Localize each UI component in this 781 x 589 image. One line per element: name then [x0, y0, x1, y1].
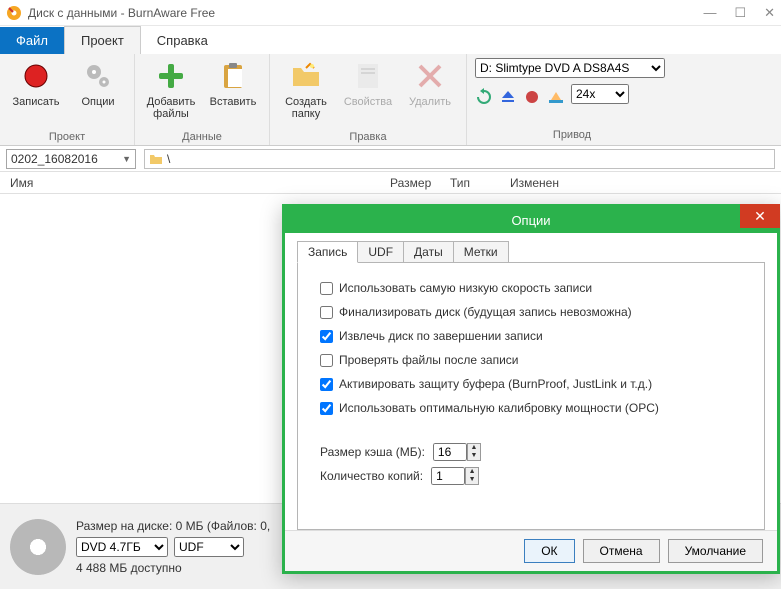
chevron-down-icon: ▼	[122, 154, 131, 164]
dialog-buttons: ОК Отмена Умолчание	[285, 530, 777, 571]
erase-icon[interactable]	[523, 88, 541, 106]
group-drive: D: Slimtype DVD A DS8A4S 24x Привод	[467, 54, 677, 145]
drive-select[interactable]: D: Slimtype DVD A DS8A4S	[475, 58, 665, 78]
menu-tabs: Файл Проект Справка	[0, 26, 781, 54]
chevron-up-icon[interactable]: ▲	[468, 444, 480, 452]
plus-icon	[155, 60, 187, 92]
cancel-button[interactable]: Отмена	[583, 539, 660, 563]
group-drive-label: Привод	[475, 127, 669, 141]
delete-icon	[414, 60, 446, 92]
properties-icon	[352, 60, 384, 92]
cache-row: Размер кэша (МБ): ▲▼	[320, 443, 742, 461]
copies-label: Количество копий:	[320, 469, 423, 483]
minimize-button[interactable]: —	[703, 5, 716, 21]
paste-button[interactable]: Вставить	[205, 58, 261, 110]
opt-eject[interactable]: Извлечь диск по завершении записи	[320, 329, 742, 343]
cache-spinner[interactable]: ▲▼	[433, 443, 481, 461]
project-combo[interactable]: 0202_16082016 ▼	[6, 149, 136, 169]
ribbon: Записать Опции Проект Добавить файлы Вст…	[0, 54, 781, 146]
refresh-icon[interactable]	[475, 88, 493, 106]
delete-button[interactable]: Удалить	[402, 58, 458, 110]
tab-labels[interactable]: Метки	[453, 241, 509, 263]
eject-icon[interactable]	[499, 88, 517, 106]
opt-verify[interactable]: Проверять файлы после записи	[320, 353, 742, 367]
tab-udf[interactable]: UDF	[357, 241, 404, 263]
window-title: Диск с данными - BurnAware Free	[28, 6, 703, 20]
copies-spinner[interactable]: ▲▼	[431, 467, 479, 485]
folder-icon	[149, 152, 163, 166]
menu-file[interactable]: Файл	[0, 27, 64, 54]
app-icon	[6, 5, 22, 21]
menu-project[interactable]: Проект	[64, 26, 141, 54]
disc-size-line: Размер на диске: 0 МБ (Файлов: 0,	[76, 519, 270, 533]
disc-available: 4 488 МБ доступно	[76, 561, 270, 575]
cache-label: Размер кэша (МБ):	[320, 445, 425, 459]
list-header: Имя Размер Тип Изменен	[0, 172, 781, 194]
titlebar: Диск с данными - BurnAware Free — ☐ ✕	[0, 0, 781, 26]
menu-help[interactable]: Справка	[141, 27, 224, 54]
path-box[interactable]: \	[144, 149, 775, 169]
make-folder-button[interactable]: Создать папку	[278, 58, 334, 122]
col-modified[interactable]: Изменен	[500, 176, 650, 190]
gear-icon	[82, 60, 114, 92]
cache-input[interactable]	[433, 443, 467, 461]
options-button[interactable]: Опции	[70, 58, 126, 110]
tab-record[interactable]: Запись	[297, 241, 358, 263]
folder-new-icon	[290, 60, 322, 92]
copies-row: Количество копий: ▲▼	[320, 467, 742, 485]
close-button[interactable]: ✕	[764, 5, 775, 21]
dialog-title: Опции ✕	[285, 207, 777, 233]
maximize-button[interactable]: ☐	[734, 5, 746, 21]
group-project-label: Проект	[8, 129, 126, 143]
dialog-tabs: Запись UDF Даты Метки	[297, 241, 765, 263]
speed-select[interactable]: 24x	[571, 84, 629, 104]
disc-type-select[interactable]: DVD 4.7ГБ	[76, 537, 168, 557]
opt-finalize[interactable]: Финализировать диск (будущая запись нево…	[320, 305, 742, 319]
opt-lowest-speed[interactable]: Использовать самую низкую скорость запис…	[320, 281, 742, 295]
tab-dates[interactable]: Даты	[403, 241, 454, 263]
dialog-content: Использовать самую низкую скорость запис…	[297, 262, 765, 530]
options-dialog: Опции ✕ Запись UDF Даты Метки Использова…	[282, 204, 780, 574]
ok-button[interactable]: ОК	[524, 539, 574, 563]
group-edit: Создать папку Свойства Удалить Правка	[270, 54, 467, 145]
group-edit-label: Правка	[278, 129, 458, 143]
dialog-close-button[interactable]: ✕	[740, 204, 780, 228]
copies-input[interactable]	[431, 467, 465, 485]
record-icon	[20, 60, 52, 92]
col-size[interactable]: Размер	[380, 176, 440, 190]
group-data-label: Данные	[143, 129, 261, 143]
record-button[interactable]: Записать	[8, 58, 64, 110]
add-files-button[interactable]: Добавить файлы	[143, 58, 199, 122]
opt-bufferproof[interactable]: Активировать защиту буфера (BurnProof, J…	[320, 377, 742, 391]
disc-icon	[10, 519, 66, 575]
opt-opc[interactable]: Использовать оптимальную калибровку мощн…	[320, 401, 742, 415]
group-project: Записать Опции Проект	[0, 54, 135, 145]
chevron-down-icon[interactable]: ▼	[466, 476, 478, 484]
chevron-down-icon[interactable]: ▼	[468, 452, 480, 460]
clipboard-icon	[217, 60, 249, 92]
properties-button[interactable]: Свойства	[340, 58, 396, 110]
fs-select[interactable]: UDF	[174, 537, 244, 557]
col-name[interactable]: Имя	[0, 176, 380, 190]
info-icon[interactable]	[547, 88, 565, 106]
col-type[interactable]: Тип	[440, 176, 500, 190]
chevron-up-icon[interactable]: ▲	[466, 468, 478, 476]
group-data: Добавить файлы Вставить Данные	[135, 54, 270, 145]
default-button[interactable]: Умолчание	[668, 539, 763, 563]
path-bar: 0202_16082016 ▼ \	[0, 146, 781, 172]
